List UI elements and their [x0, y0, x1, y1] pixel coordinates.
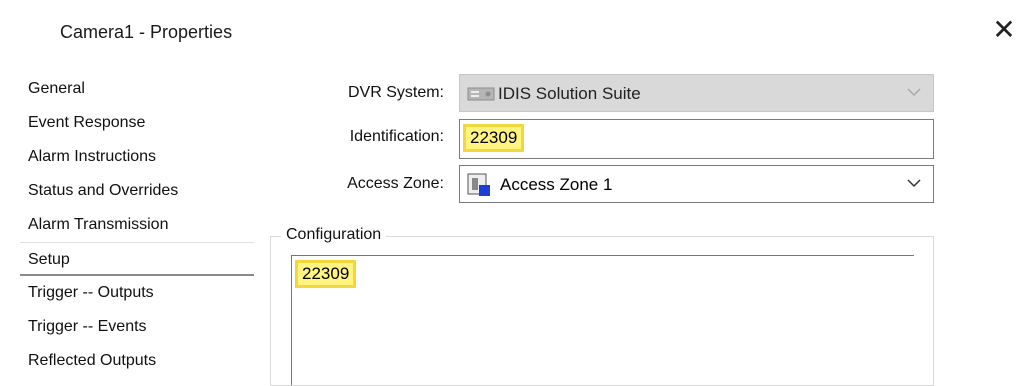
configuration-value: 22309	[294, 260, 357, 288]
dvr-system-label: DVR System:	[347, 84, 444, 101]
nav-item-event-response[interactable]: Event Response	[20, 106, 254, 140]
access-zone-label: Access Zone:	[347, 175, 444, 192]
dvr-system-value: IDIS Solution Suite	[498, 84, 641, 103]
configuration-textarea[interactable]: 22309	[291, 255, 914, 385]
access-zone-value: Access Zone 1	[500, 175, 613, 194]
access-zone-icon	[467, 173, 490, 196]
nav-item-trigger-outputs[interactable]: Trigger -- Outputs	[20, 276, 254, 310]
chevron-down-icon	[907, 179, 921, 188]
close-button[interactable]: ✕	[990, 16, 1018, 46]
identification-field[interactable]: 22309	[459, 119, 934, 159]
nav-item-trigger-events[interactable]: Trigger -- Events	[20, 310, 254, 344]
properties-nav: General Event Response Alarm Instruction…	[20, 72, 254, 378]
nav-item-status-and-overrides[interactable]: Status and Overrides	[20, 174, 254, 208]
identification-value: 22309	[462, 124, 525, 152]
dvr-system-select[interactable]: IDIS Solution Suite	[459, 74, 934, 112]
configuration-legend: Configuration	[281, 226, 387, 244]
access-zone-select[interactable]: Access Zone 1	[459, 165, 934, 203]
nav-item-setup[interactable]: Setup	[20, 242, 254, 276]
dvr-server-icon	[467, 87, 495, 101]
chevron-down-icon	[907, 88, 921, 97]
identification-label: Identification:	[349, 128, 444, 145]
nav-item-general[interactable]: General	[20, 72, 254, 106]
window-title: Camera1 - Properties	[60, 22, 233, 42]
nav-item-alarm-transmission[interactable]: Alarm Transmission	[20, 208, 254, 242]
nav-item-alarm-instructions[interactable]: Alarm Instructions	[20, 140, 254, 174]
